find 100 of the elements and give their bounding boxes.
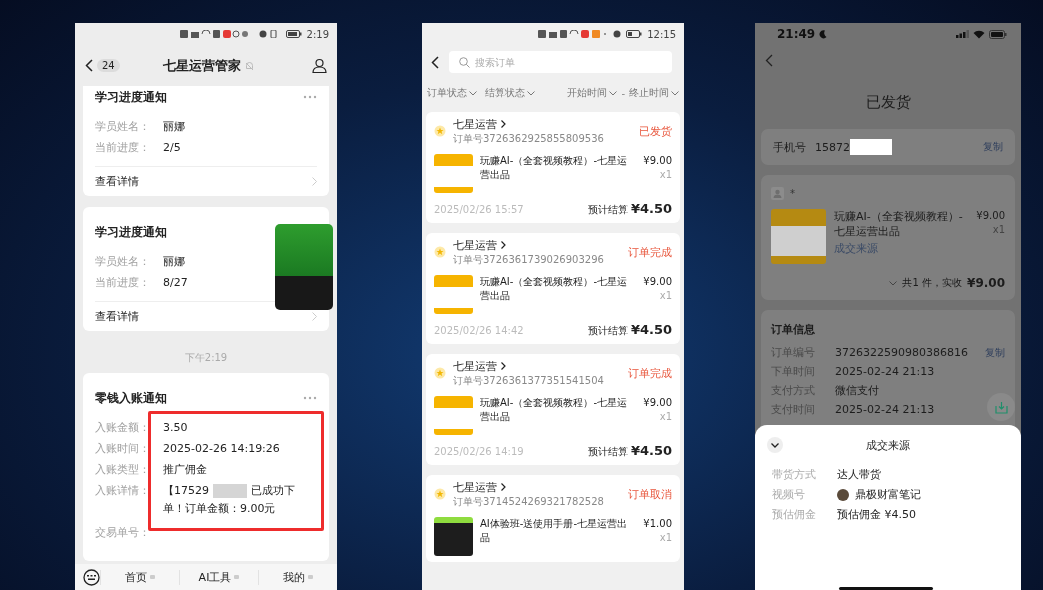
info-value: 鼎极财富笔记 [855, 487, 921, 503]
product-image [434, 517, 473, 556]
redaction-block [850, 139, 892, 155]
shop-logo-icon [434, 246, 446, 258]
product-name: 玩赚AI-（全套视频教程）-七星运营出品 [480, 275, 628, 303]
order-status: 订单完成 [628, 365, 672, 381]
notice-title: 学习进度通知 [95, 223, 167, 241]
filter-dropdown[interactable]: 订单状态 [427, 86, 477, 100]
battery-icon [989, 29, 1007, 39]
filter-dropdown[interactable]: 结算状态 [485, 86, 535, 100]
mute-icon [245, 60, 255, 71]
product-quantity: x1 [659, 531, 672, 545]
order-card[interactable]: 七星运营 订单号3714524269321782528 订单取消 AI体验班-送使用手册-七星运营出品 ¥1.00 x1 [426, 475, 680, 562]
field-value: 丽娜 [163, 119, 185, 135]
order-card[interactable]: 七星运营 订单号3726362925855809536 已发货 玩赚AI-（全套视频教程）-七星运营出品 ¥9.00 x1 2025/02/26 15:57 预计结算 ¥4.50 [426, 112, 680, 223]
settlement-label: 预计结算 [587, 203, 628, 217]
menu-tab[interactable]: AI工具 [179, 569, 258, 585]
settlement-amount: ¥4.50 [630, 201, 672, 216]
product-name: 玩赚AI-（全套视频教程）-七星运营出品 [834, 209, 964, 239]
chevron-down-icon [671, 90, 679, 96]
info-label: 带货方式 [772, 467, 817, 483]
view-details-link[interactable]: 查看详情 [95, 166, 317, 196]
back-icon[interactable] [85, 59, 93, 72]
back-icon[interactable] [431, 55, 439, 69]
notice-title: 学习进度通知 [95, 88, 167, 106]
product-quantity: x1 [992, 223, 1005, 237]
chevron-right-icon [501, 483, 506, 491]
product-price: ¥9.00 [643, 275, 672, 289]
unread-count-badge: 24 [97, 59, 120, 72]
field-label: 入账类型： [95, 462, 151, 478]
phone-number: 15872 [815, 140, 850, 154]
chevron-down-icon [609, 90, 618, 96]
search-icon [459, 56, 470, 68]
order-total: ¥9.00 [967, 276, 1005, 290]
collapse-button[interactable] [767, 437, 783, 453]
field-label: 入账时间： [95, 441, 151, 457]
field-value: 2/5 [163, 140, 181, 156]
section-title: 订单信息 [771, 322, 816, 337]
order-card[interactable]: 七星运营 订单号3726361739026903296 订单完成 玩赚AI-（全套视频教程）-七星运营出品 ¥9.00 x1 2025/02/26 14:42 预计结算 ¥4.50 [426, 233, 680, 344]
product-name: AI体验班-送使用手册-七星运营出品 [480, 517, 628, 545]
menu-tab[interactable]: 我的 [258, 569, 337, 585]
order-summary: 共1 件，实收 [902, 276, 963, 290]
order-number: 订单号3714524269321782528 [453, 494, 605, 509]
shop-name[interactable]: 七星运营 [453, 237, 497, 253]
info-value: 预估佣金 ¥4.50 [837, 507, 916, 523]
settlement-amount: ¥4.50 [630, 443, 672, 458]
chevron-right-icon [501, 241, 506, 249]
order-status: 已发货 [639, 123, 672, 139]
keyboard-icon[interactable] [83, 568, 100, 586]
submenu-icon [150, 574, 155, 580]
order-status: 订单取消 [628, 486, 672, 502]
chevron-right-icon [312, 177, 317, 186]
info-value: 2025-02-24 21:13 [835, 364, 935, 380]
product-name: 玩赚AI-（全套视频教程）-七星运营出品 [480, 396, 628, 424]
info-value: 2025-02-24 21:13 [835, 402, 935, 418]
chevron-right-icon [312, 312, 317, 321]
shop-logo-icon [434, 125, 446, 137]
battery-icon [626, 30, 643, 38]
sheet-title: 成交来源 [865, 437, 911, 453]
product-quantity: x1 [659, 289, 672, 303]
field-label: 当前进度： [95, 275, 151, 291]
shop-name[interactable]: 七星运营 [453, 116, 497, 132]
buyer-avatar-icon [771, 187, 784, 200]
order-card[interactable]: 七星运营 订单号3726361377351541504 订单完成 玩赚AI-（全套视频教程）-七星运营出品 ¥9.00 x1 2025/02/26 14:19 预计结算 ¥4.50 [426, 354, 680, 465]
filter-dropdown[interactable]: 终止时间 [629, 86, 679, 100]
product-price: ¥9.00 [976, 209, 1005, 223]
shop-name[interactable]: 七星运营 [453, 358, 497, 374]
field-value: 丽娜 [163, 254, 185, 270]
chevron-down-icon [771, 442, 779, 448]
order-number: 订单号3726362925855809536 [453, 131, 605, 146]
chevron-down-icon[interactable] [889, 280, 898, 286]
field-label: 入账金额： [95, 420, 151, 436]
range-separator: - [621, 87, 625, 99]
notice-title: 零钱入账通知 [95, 389, 167, 407]
video-placeholder[interactable] [275, 224, 333, 310]
info-label: 预估佣金 [772, 507, 817, 523]
chevron-right-icon [501, 362, 506, 370]
product-price: ¥9.00 [643, 396, 672, 410]
notification-icons-drawing [179, 30, 250, 38]
field-label: 交易单号： [95, 525, 151, 541]
profile-icon[interactable] [312, 58, 327, 73]
filter-dropdown[interactable]: 开始时间 [567, 86, 618, 100]
chevron-down-icon [527, 90, 535, 96]
product-name: 玩赚AI-（全套视频教程）-七星运营出品 [480, 154, 628, 182]
submenu-icon [308, 574, 313, 580]
shop-name[interactable]: 七星运营 [453, 479, 497, 495]
shop-logo-icon [434, 367, 446, 379]
order-date: 2025/02/26 14:19 [434, 446, 525, 457]
search-field[interactable]: 搜索订单 [449, 51, 672, 73]
settlement-label: 预计结算 [587, 445, 628, 459]
menu-tab[interactable]: 首页 [100, 569, 179, 585]
chevron-down-icon [469, 90, 477, 96]
product-quantity: x1 [659, 168, 672, 182]
field-value: 2025-02-26 14:19:26 [163, 441, 280, 457]
chevron-right-icon [501, 120, 506, 128]
field-value: 【17529 已成功下单！订单金额：9.00元 [163, 483, 296, 517]
status-time: 21:49 [777, 27, 816, 41]
field-value: 8/27 [163, 275, 188, 291]
status-time: 12:15 [647, 28, 676, 40]
info-value: 微信支付 [835, 383, 879, 399]
